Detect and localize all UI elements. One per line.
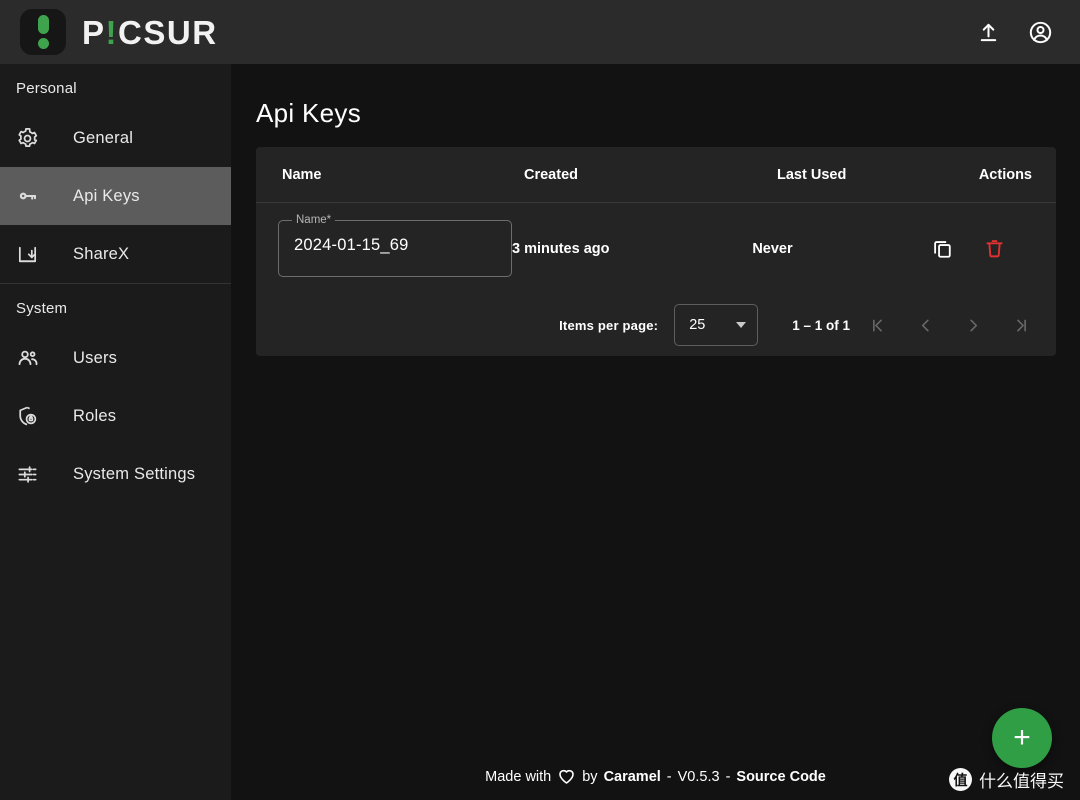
column-header-actions: Actions: [978, 166, 1032, 183]
previous-page-icon[interactable]: [904, 304, 946, 346]
sidebar-item-label: ShareX: [73, 244, 130, 263]
footer-separator-2: -: [725, 768, 731, 785]
table-header-row: Name Created Last Used Actions: [256, 147, 1056, 203]
sidebar: Personal General Api Keys ShareX System …: [0, 64, 231, 800]
footer-by: by: [582, 768, 598, 785]
users-icon: [16, 346, 56, 370]
main-content: Api Keys Name Created Last Used Actions …: [231, 64, 1080, 800]
paginator-range-label: 1 – 1 of 1: [792, 317, 850, 333]
watermark-badge: 值: [949, 768, 972, 791]
gear-icon: [16, 127, 56, 150]
top-toolbar: P! CSUR: [0, 0, 1080, 64]
sliders-icon: [16, 463, 56, 486]
api-keys-table-card: Name Created Last Used Actions Name* 202…: [256, 147, 1056, 356]
brand-logo[interactable]: P! CSUR: [20, 9, 218, 55]
footer-author: Caramel: [603, 768, 661, 785]
cell-created: 3 minutes ago: [512, 240, 610, 257]
picsur-logo-mark: [20, 9, 66, 55]
logo-exclamation-bar: [37, 15, 49, 34]
items-per-page-value: 25: [689, 317, 706, 333]
field-label: Name*: [292, 213, 336, 227]
column-header-last-used: Last Used: [777, 166, 847, 183]
api-key-name-field[interactable]: Name* 2024-01-15_69: [278, 213, 512, 277]
sidebar-item-users[interactable]: Users: [0, 329, 231, 387]
sidebar-section-system: System: [16, 300, 68, 317]
add-api-key-button[interactable]: +: [992, 708, 1052, 768]
copy-icon[interactable]: [929, 236, 955, 262]
next-page-icon[interactable]: [952, 304, 994, 346]
sidebar-item-roles[interactable]: Roles: [0, 387, 231, 445]
brand-wordmark-suffix: CSUR: [118, 13, 218, 51]
footer-version: V0.5.3: [677, 768, 720, 785]
brand-wordmark-accent: !: [105, 13, 119, 51]
watermark: 值 什么值得买: [949, 767, 1064, 792]
source-code-link[interactable]: Source Code: [736, 769, 825, 785]
table-row: Name* 2024-01-15_69 3 minutes ago Never: [256, 203, 1056, 294]
paginator: Items per page: 25 1 – 1 of 1: [256, 294, 1056, 356]
brand-wordmark: P! CSUR: [82, 16, 218, 49]
column-header-name: Name: [282, 166, 322, 183]
last-page-icon[interactable]: [1000, 304, 1042, 346]
sidebar-section-personal: Personal: [16, 80, 77, 97]
sidebar-item-label: Api Keys: [73, 186, 140, 205]
footer-made-with: Made with: [485, 768, 552, 785]
sidebar-item-label: Users: [73, 348, 118, 367]
upload-icon[interactable]: [968, 12, 1008, 52]
sidebar-item-label: Roles: [73, 406, 117, 425]
sidebar-item-system-settings[interactable]: System Settings: [0, 445, 231, 503]
shield-lock-icon: [16, 405, 56, 428]
download-box-icon: [16, 243, 56, 266]
row-actions: [929, 236, 1032, 262]
items-per-page-select[interactable]: 25: [674, 304, 759, 346]
plus-icon: +: [1013, 721, 1031, 754]
chevron-down-icon: [736, 322, 747, 328]
items-per-page-label: Items per page:: [559, 317, 659, 333]
logo-exclamation-dot: [37, 38, 49, 49]
account-circle-icon[interactable]: [1020, 12, 1060, 52]
delete-icon[interactable]: [981, 236, 1007, 262]
sidebar-item-sharex[interactable]: ShareX: [0, 225, 231, 283]
api-key-name-input[interactable]: 2024-01-15_69: [294, 236, 409, 255]
column-header-created: Created: [524, 166, 578, 183]
cell-last-used: Never: [752, 240, 793, 257]
sidebar-item-label: General: [73, 128, 134, 147]
sidebar-item-label: System Settings: [73, 464, 196, 483]
key-icon: [16, 184, 56, 208]
heart-icon: [557, 767, 576, 786]
page-title: Api Keys: [256, 98, 362, 128]
picsur-app-window: P! CSUR Personal General Api Keys ShareX…: [0, 0, 1080, 800]
first-page-icon[interactable]: [856, 304, 898, 346]
brand-wordmark-prefix: P: [82, 13, 106, 51]
footer-separator-1: -: [666, 768, 672, 785]
sidebar-item-api-keys[interactable]: Api Keys: [0, 167, 231, 225]
watermark-text: 什么值得买: [979, 772, 1064, 792]
sidebar-item-general[interactable]: General: [0, 109, 231, 167]
